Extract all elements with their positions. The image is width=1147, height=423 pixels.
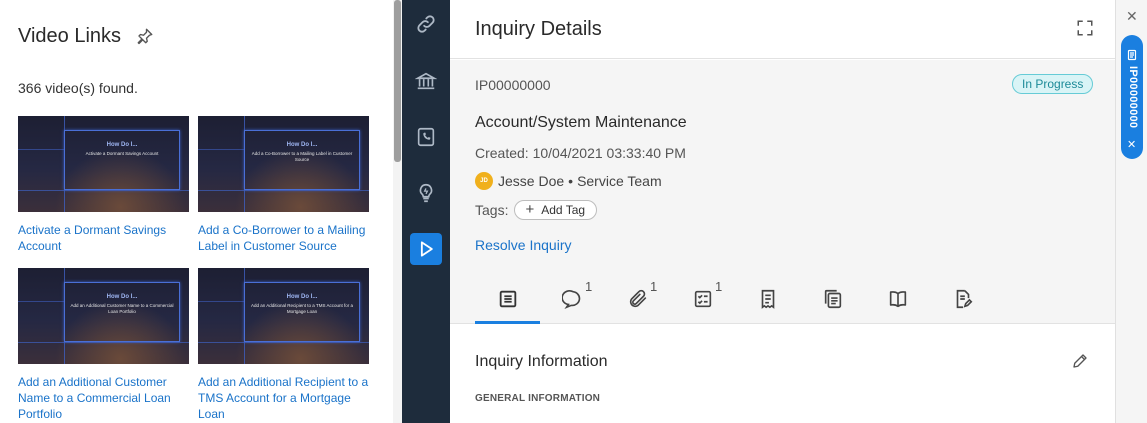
video-card[interactable]: How Do I... Add an Additional Recipient … [198,268,369,422]
video-thumbnail[interactable]: How Do I... Add an Additional Recipient … [198,268,369,364]
receipt-icon [761,289,774,309]
video-thumbnail[interactable]: How Do I... Activate a Dormant Savings A… [18,116,189,212]
lightbulb-icon[interactable] [414,181,438,205]
video-card[interactable]: How Do I... Activate a Dormant Savings A… [18,116,189,254]
edit-icon[interactable] [1071,352,1089,370]
document-edit-icon [956,289,972,309]
resolve-inquiry-link[interactable]: Resolve Inquiry [475,237,572,253]
general-information-label: GENERAL INFORMATION [475,393,601,404]
tags-row: Tags: + Add Tag [475,199,598,221]
pin-icon[interactable] [136,27,154,45]
video-panel-scrollbar[interactable] [393,0,402,423]
video-link[interactable]: Add an Additional Recipient to a TMS Acc… [198,374,369,422]
expand-icon[interactable] [1076,19,1094,37]
book-icon [889,291,906,308]
add-tag-button[interactable]: + Add Tag [514,200,598,220]
phone-book-icon[interactable] [414,125,438,149]
inquiry-details-panel: Inquiry Details IP00000000 In Progress A… [450,0,1115,423]
video-links-panel: Video Links 366 video(s) found. How Do I… [0,0,393,423]
attachment-icon [629,289,646,308]
thumb-subtitle: Add an Additional Recipient to a TMS Acc… [251,303,353,314]
separator: • [568,173,574,189]
thumb-title: How Do I... [106,142,138,148]
video-thumbnail[interactable]: How Do I... Add an Additional Customer N… [18,268,189,364]
add-tag-label: Add Tag [541,203,586,217]
user-name: Jesse Doe [498,173,565,189]
avatar: JD [475,172,493,190]
inquiry-subject: Account/System Maintenance [475,114,687,131]
inquiry-id: IP00000000 [475,77,551,93]
tab-badge: 1 [715,279,723,294]
created-date: Created: 10/04/2021 03:33:40 PM [475,145,686,161]
inquiry-header: Inquiry Details [450,0,1115,59]
inquiry-information-section: Inquiry Information GENERAL INFORMATION [450,325,1115,423]
tab-details[interactable] [475,282,540,324]
pill-label: IP00000000 [1127,66,1139,129]
assigned-user: JD Jesse Doe • Service Team [475,172,662,190]
thumb-subtitle: Add an Additional Customer Name to a Com… [70,303,174,314]
side-nav [402,0,450,423]
video-link[interactable]: Add a Co-Borrower to a Mailing Label in … [198,222,369,254]
video-link[interactable]: Activate a Dormant Savings Account [18,222,189,254]
status-badge: In Progress [1012,74,1094,94]
thumb-title: How Do I... [106,294,138,300]
tab-copies[interactable] [800,282,865,324]
thumb-subtitle: Add a Co-Borrower to a Mailing Label in … [251,151,353,162]
section-title: Inquiry Information [475,353,608,370]
tab-knowledge[interactable] [865,282,930,324]
close-icon[interactable]: ✕ [1126,8,1138,25]
inquiry-summary: IP00000000 In Progress Account/System Ma… [450,60,1115,324]
tab-attachments[interactable]: 1 [605,279,670,324]
video-count: 366 video(s) found. [18,80,138,96]
video-thumbnail[interactable]: How Do I... Add a Co-Borrower to a Maili… [198,116,369,212]
tab-comments[interactable]: 1 [540,279,605,324]
user-team: Service Team [577,173,662,189]
video-link[interactable]: Add an Additional Customer Name to a Com… [18,374,189,422]
tab-documents[interactable] [930,282,995,324]
copy-document-icon [824,289,841,309]
thumb-title: How Do I... [286,142,318,148]
video-card[interactable]: How Do I... Add a Co-Borrower to a Maili… [198,116,369,254]
panel-title: Video Links [18,25,122,47]
inquiry-tab-pill[interactable]: IP00000000 ✕ [1121,35,1143,159]
thumb-title: How Do I... [286,294,318,300]
checklist-icon [694,290,711,308]
plus-icon: + [525,201,535,218]
tab-badge: 1 [585,279,593,294]
details-icon [499,290,516,308]
right-strip: ✕ IP00000000 ✕ [1115,0,1147,423]
document-icon [1127,49,1137,61]
pill-close-icon[interactable]: ✕ [1127,138,1136,151]
panel-title: Inquiry Details [475,18,602,40]
thumb-subtitle: Activate a Dormant Savings Account [85,151,159,156]
bank-icon[interactable] [414,69,438,93]
tab-badge: 1 [650,279,658,294]
video-card[interactable]: How Do I... Add an Additional Customer N… [18,268,189,422]
tab-receipts[interactable] [735,282,800,324]
play-icon[interactable] [410,233,442,265]
tags-label: Tags: [475,202,509,218]
comment-icon [561,290,580,310]
tab-tasks[interactable]: 1 [670,279,735,324]
scrollbar-thumb[interactable] [394,0,401,162]
link-icon[interactable] [414,12,438,36]
inquiry-tabs: 1 1 1 [475,279,995,324]
